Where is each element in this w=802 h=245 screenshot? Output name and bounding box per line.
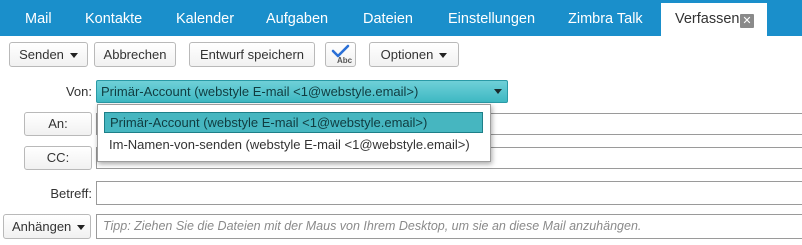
from-select-value: Primär-Account (webstyle E-mail <1@webst… bbox=[101, 84, 419, 99]
tab-compose-label: Verfassen bbox=[675, 11, 740, 27]
subject-label: Betreff: bbox=[50, 186, 92, 201]
tab-contacts[interactable]: Kontakte bbox=[85, 0, 142, 36]
tab-calendar[interactable]: Kalender bbox=[176, 0, 234, 36]
chevron-down-icon bbox=[69, 53, 78, 59]
attach-label: Anhängen bbox=[12, 219, 72, 234]
cc-button[interactable]: CC: bbox=[24, 146, 92, 170]
svg-text:Abc: Abc bbox=[337, 56, 352, 65]
to-button[interactable]: An: bbox=[24, 112, 92, 136]
tab-mail[interactable]: Mail bbox=[25, 0, 52, 36]
send-button[interactable]: Senden bbox=[9, 42, 88, 67]
options-label: Optionen bbox=[380, 47, 434, 62]
chevron-down-icon bbox=[439, 53, 448, 59]
from-option-primary[interactable]: Primär-Account (webstyle E-mail <1@webst… bbox=[104, 112, 483, 133]
options-button[interactable]: Optionen bbox=[369, 42, 459, 67]
chevron-down-icon bbox=[494, 89, 502, 94]
attachment-drop-hint[interactable]: Tipp: Ziehen Sie die Dateien mit der Mau… bbox=[96, 214, 802, 239]
chevron-down-icon bbox=[77, 225, 86, 231]
from-select[interactable]: Primär-Account (webstyle E-mail <1@webst… bbox=[96, 80, 508, 103]
attach-button[interactable]: Anhängen bbox=[3, 214, 91, 239]
cancel-button[interactable]: Abbrechen bbox=[94, 42, 176, 67]
from-option-on-behalf[interactable]: Im-Namen-von-senden (webstyle E-mail <1@… bbox=[104, 135, 470, 156]
from-dropdown-menu: Primär-Account (webstyle E-mail <1@webst… bbox=[97, 104, 491, 162]
tab-zimbra-talk[interactable]: Zimbra Talk bbox=[568, 0, 643, 36]
from-label: Von: bbox=[65, 84, 92, 99]
close-icon[interactable]: ✕ bbox=[740, 14, 754, 28]
save-draft-button[interactable]: Entwurf speichern bbox=[189, 42, 315, 67]
subject-field[interactable] bbox=[96, 181, 802, 205]
tab-files[interactable]: Dateien bbox=[363, 0, 413, 36]
spellcheck-icon: Abc bbox=[331, 44, 352, 65]
tab-tasks[interactable]: Aufgaben bbox=[266, 0, 328, 36]
spellcheck-button[interactable]: Abc bbox=[325, 42, 356, 67]
send-label: Senden bbox=[19, 47, 64, 62]
tab-compose[interactable]: Verfassen ✕ bbox=[661, 0, 767, 36]
tab-settings[interactable]: Einstellungen bbox=[448, 0, 535, 36]
app-tab-bar: Mail Kontakte Kalender Aufgaben Dateien … bbox=[0, 0, 802, 36]
